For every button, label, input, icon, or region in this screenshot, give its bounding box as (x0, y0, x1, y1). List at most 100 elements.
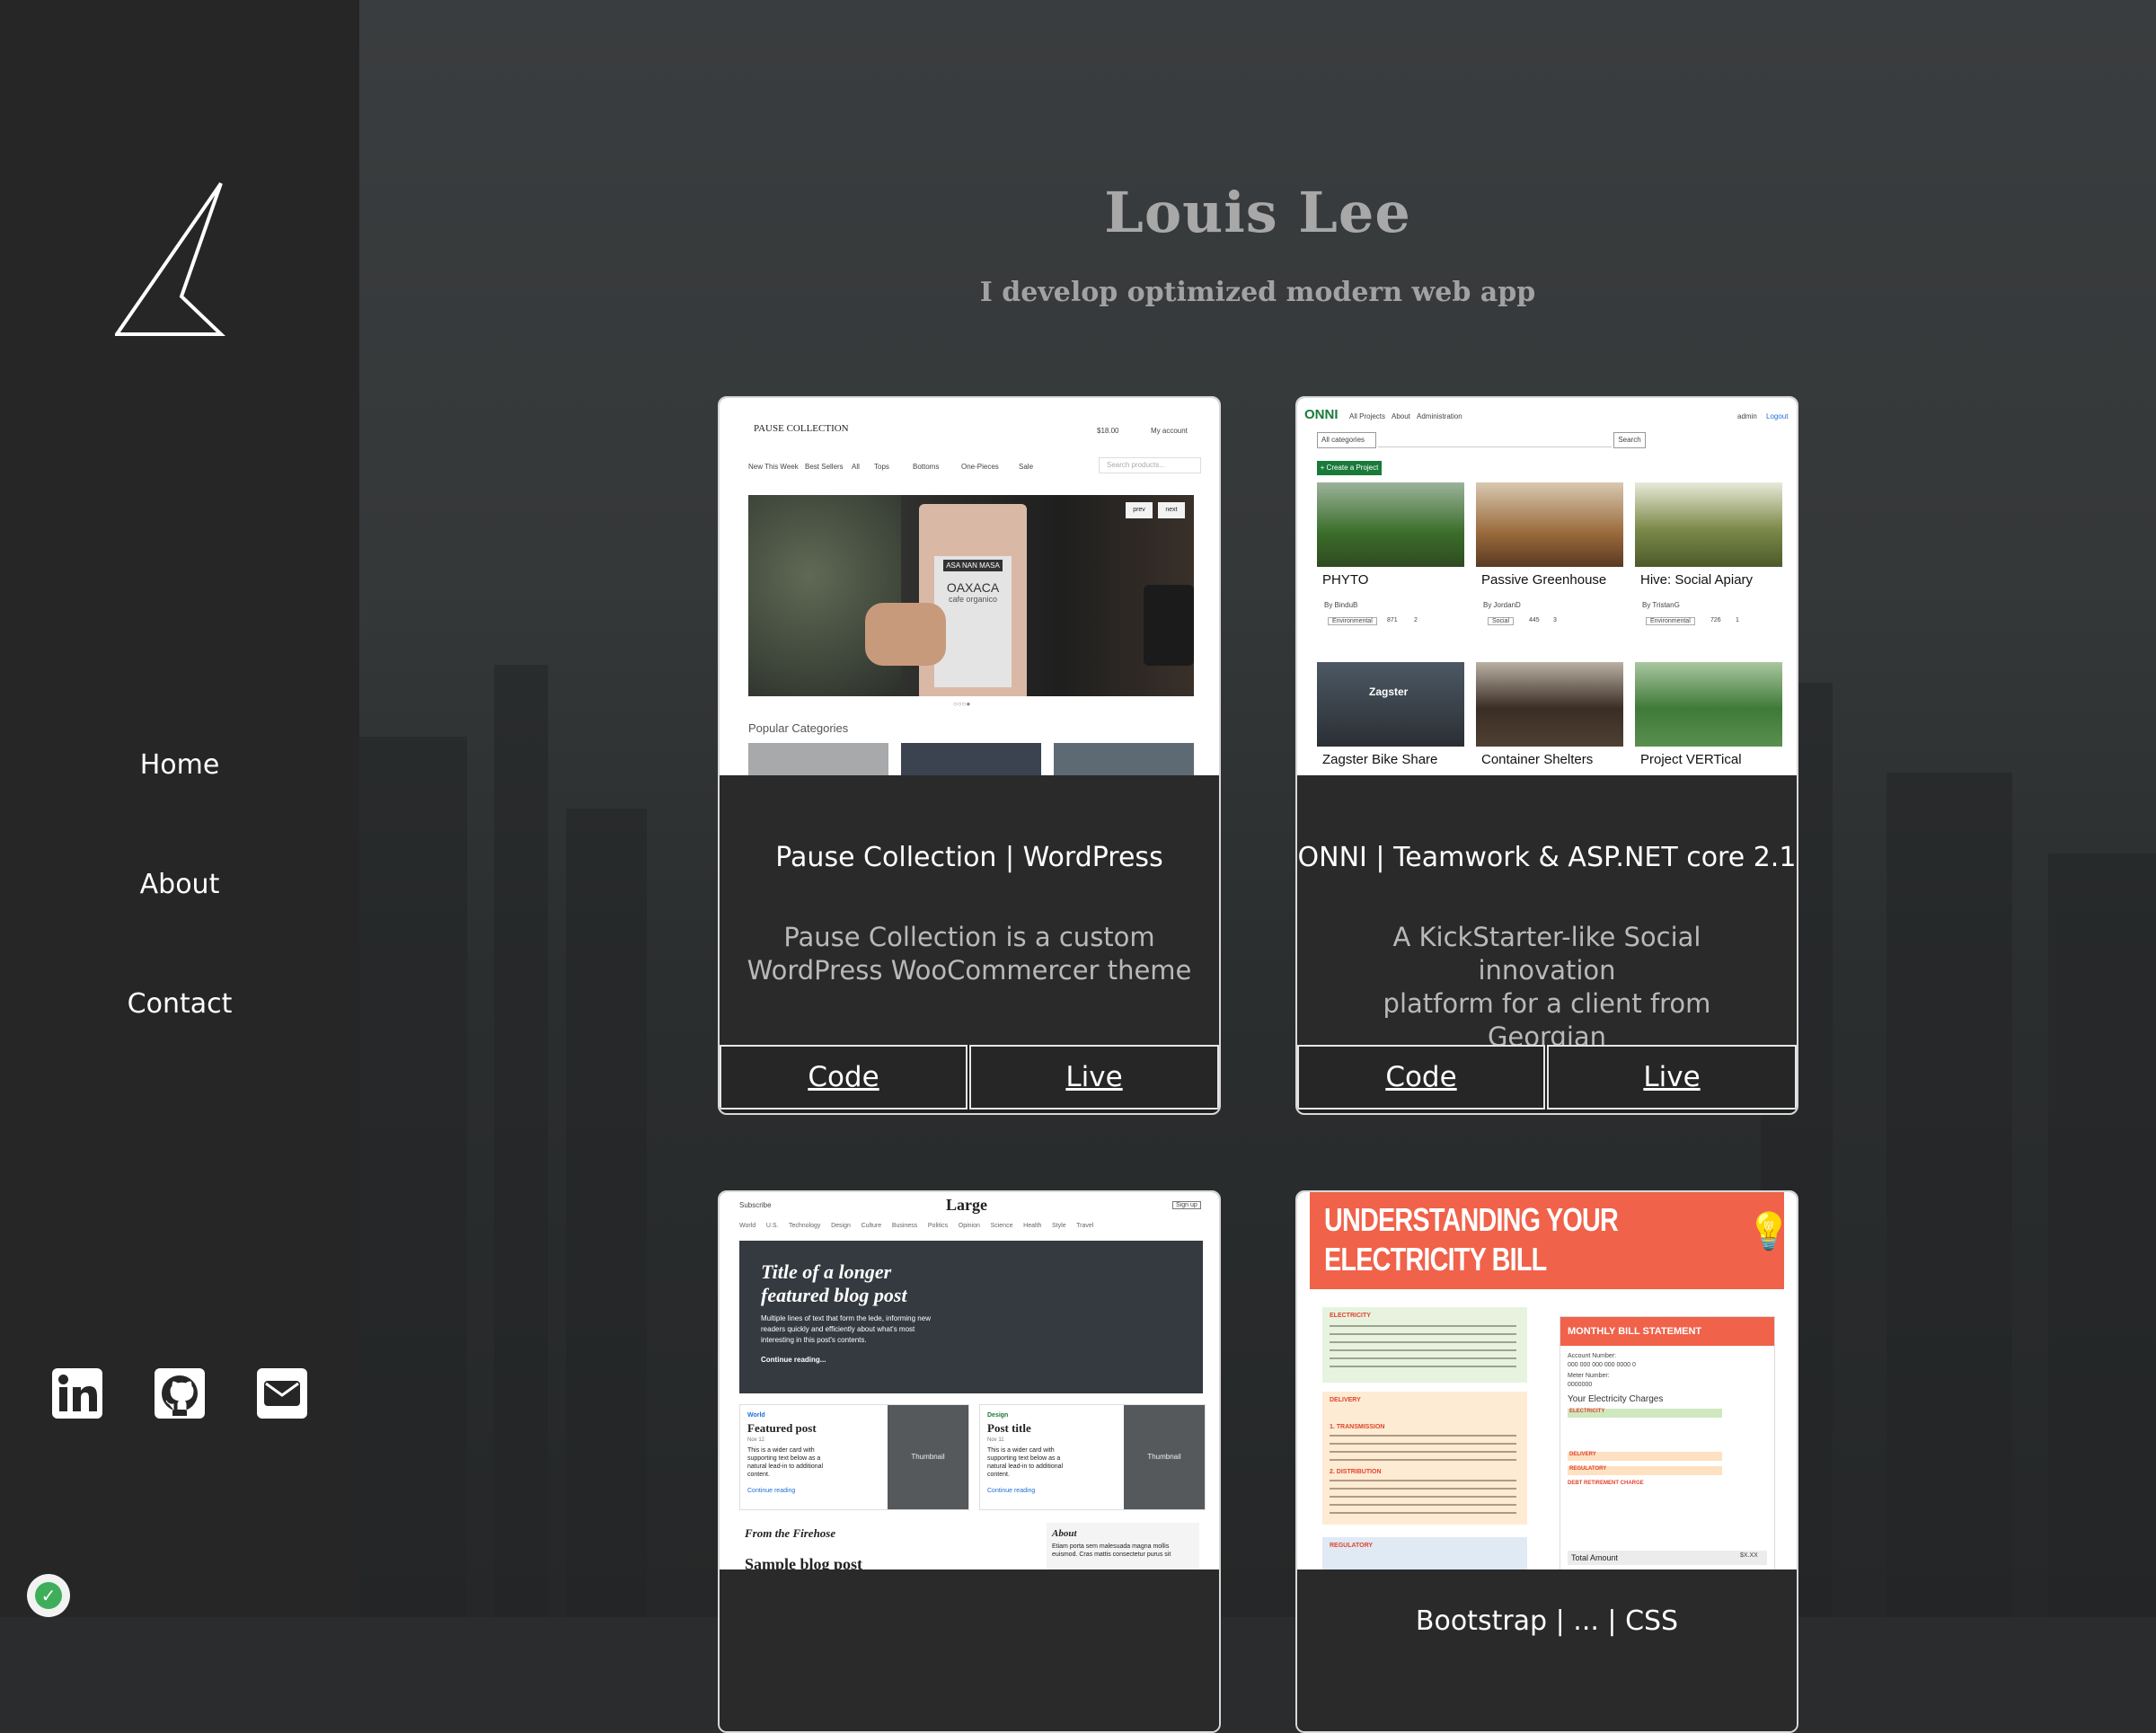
nav-about[interactable]: About (0, 869, 359, 900)
shot-card-text-0: This is a wider card with supporting tex… (747, 1447, 824, 1478)
shot-likes-1: 3 (1553, 617, 1557, 623)
shot-menu-2: All (852, 463, 860, 471)
shot-electricity-box: ELECTRICITY (1322, 1307, 1527, 1383)
shot-delivery-box: DELIVERY 1. TRANSMISSION 2. DISTRIBUTION (1322, 1392, 1527, 1525)
shot-nav-4: Culture (861, 1223, 882, 1229)
shot-sample: Sample blog post (745, 1555, 863, 1569)
shot-card-title-0: Featured post (747, 1421, 817, 1435)
shot-img-greenhouse (1476, 482, 1623, 567)
nav-home[interactable]: Home (0, 749, 359, 781)
shot-card-date-0: Nov 12 (747, 1437, 765, 1443)
shot-nav-1: About (1392, 412, 1410, 420)
shot-by-0: By BinduB (1324, 601, 1358, 609)
shot-search-field (1378, 432, 1612, 447)
shot-menu-0: New This Week (748, 463, 799, 471)
shot-nav-1: U.S. (765, 1223, 779, 1229)
shot-feature-text-3: interesting in this post's contents. (761, 1336, 867, 1344)
mail-icon[interactable] (256, 1367, 308, 1419)
linkedin-icon[interactable] (51, 1367, 103, 1419)
live-button[interactable]: Live (969, 1045, 1219, 1110)
shot-search: Search products... (1099, 457, 1201, 473)
shot-header: UNDERSTANDING YOUR ELECTRICITY BILL 💡 (1310, 1192, 1791, 1289)
shot-nav-0: World (739, 1223, 756, 1229)
shot-by-2: By TristanG (1642, 601, 1680, 609)
shot-delivery-label: DELIVERY (1330, 1397, 1361, 1403)
project-screenshot[interactable]: UNDERSTANDING YOUR ELECTRICITY BILL 💡 EL… (1297, 1192, 1797, 1569)
shot-statement: MONTHLY BILL STATEMENT Account Number: 0… (1560, 1316, 1775, 1569)
shot-meter: 0000000 (1568, 1382, 1593, 1388)
shot-hero-image: ASA NAN MASA OAXACA cafe organico prev n… (748, 495, 1194, 696)
card-body (720, 775, 1219, 1045)
shot-account-label: Account Number: (1568, 1353, 1617, 1359)
card-description-line-2: platform for a client from Georgian (1383, 988, 1711, 1052)
shot-nav-9: Health (1023, 1223, 1042, 1229)
shot-img-vertical (1635, 662, 1782, 747)
live-button[interactable]: Live (1547, 1045, 1797, 1110)
card-description-line-1: A KickStarter-like Social innovation (1392, 922, 1701, 986)
shot-card-cat-0: World (747, 1412, 765, 1419)
shot-logout: Logout (1766, 412, 1789, 420)
shot-meter-label: Meter Number: (1568, 1373, 1610, 1379)
shot-nav-5: Business (891, 1223, 918, 1229)
project-screenshot[interactable]: ONNI All Projects About Administration a… (1297, 398, 1797, 775)
shot-card-link-0: Continue reading (747, 1488, 796, 1494)
card-body (720, 1569, 1219, 1731)
shot-continue: Continue reading... (761, 1356, 826, 1364)
shot-popular: Popular Categories (748, 721, 849, 735)
shot-likes-2: 1 (1736, 617, 1739, 623)
nav-contact[interactable]: Contact (0, 988, 359, 1020)
shot-bag-sub: cafe organico (948, 595, 998, 604)
shot-zagster-text: Zagster (1369, 685, 1409, 698)
shot-menu-5: One-Pieces (961, 463, 999, 471)
shot-statement-debt: DEBT RETIREMENT CHARGE (1568, 1481, 1644, 1486)
shot-nav-8: Science (990, 1223, 1013, 1229)
github-icon[interactable] (154, 1367, 206, 1419)
shot-img-apiary (1635, 482, 1782, 567)
shot-menu-4: Bottoms (913, 463, 940, 471)
project-screenshot[interactable]: PAUSE COLLECTION $18.00 My account New T… (720, 398, 1219, 775)
shot-category-2 (901, 743, 1041, 775)
lightbulb-icon: 💡 (1746, 1212, 1791, 1251)
shot-card-thumb-0: Thumbnail (888, 1405, 968, 1509)
shot-header-1: UNDERSTANDING YOUR (1324, 1201, 1619, 1238)
security-badge[interactable]: ✓ (27, 1574, 70, 1617)
shot-transmission-label: 1. TRANSMISSION (1330, 1424, 1385, 1430)
shot-brand: PAUSE COLLECTION (754, 423, 849, 434)
shot-distribution-label: 2. DISTRIBUTION (1330, 1469, 1382, 1475)
shot-card-title-1: Post title (987, 1421, 1031, 1435)
shot-statement-electricity: ELECTRICITY (1568, 1409, 1722, 1418)
shot-title-3: Zagster Bike Share (1322, 752, 1438, 767)
shot-tag-0: Environmental (1328, 617, 1377, 625)
shot-views-0: 871 (1387, 617, 1398, 623)
project-screenshot[interactable]: Subscribe Large Sign up World U.S. Techn… (720, 1192, 1219, 1569)
shot-img-zagster: Zagster (1317, 662, 1464, 747)
code-button[interactable]: Code (720, 1045, 968, 1110)
shot-category-1 (748, 743, 888, 775)
shot-monthly: MONTHLY BILL STATEMENT (1560, 1317, 1774, 1346)
shot-electricity-label: ELECTRICITY (1330, 1313, 1371, 1319)
shot-bag-title: OAXACA (946, 580, 1000, 595)
shot-nav-2: Technology (789, 1223, 821, 1229)
shot-cart: $18.00 (1097, 427, 1119, 435)
code-button[interactable]: Code (1297, 1045, 1545, 1110)
check-icon: ✓ (35, 1582, 62, 1609)
shot-carousel-dots: ○○○● (953, 700, 971, 708)
project-card-electricity: UNDERSTANDING YOUR ELECTRICITY BILL 💡 EL… (1295, 1190, 1798, 1733)
shot-regulatory-box: REGULATORY (1322, 1537, 1527, 1569)
shot-by-1: By JordanD (1483, 601, 1521, 609)
shot-feature: Title of a longer featured blog post Mul… (739, 1241, 1203, 1393)
shot-about: About (1052, 1528, 1077, 1539)
project-card-pause: PAUSE COLLECTION $18.00 My account New T… (718, 396, 1221, 1115)
shot-nav: World U.S. Technology Design Culture Bus… (739, 1223, 1206, 1229)
shot-select: All categories (1317, 432, 1376, 448)
shot-title-1: Passive Greenhouse (1481, 572, 1607, 588)
shot-charges: Your Electricity Charges (1568, 1394, 1664, 1404)
shot-views-2: 726 (1710, 617, 1721, 623)
shot-card-cat-1: Design (987, 1412, 1009, 1419)
page-title: Louis Lee (1104, 180, 1411, 245)
shot-title-4: Container Shelters (1481, 752, 1594, 767)
shot-brand: ONNI (1304, 407, 1339, 422)
logo-icon[interactable] (115, 180, 232, 341)
shot-views-1: 445 (1529, 617, 1540, 623)
shot-subscribe: Subscribe (739, 1201, 772, 1209)
